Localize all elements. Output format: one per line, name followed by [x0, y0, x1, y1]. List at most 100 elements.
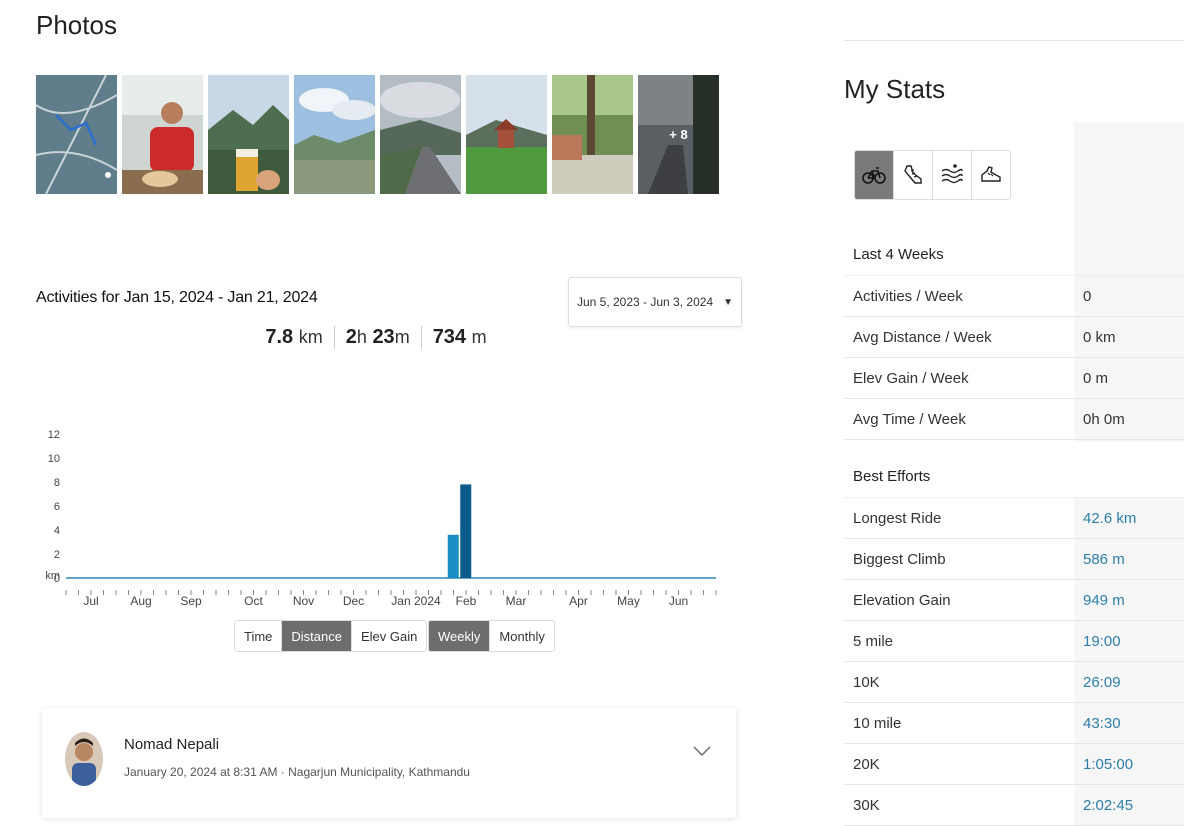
stats-row-label: Elevation Gain: [853, 591, 951, 609]
stats-row: 30K 2:02:45: [844, 785, 1184, 826]
caret-down-icon: ▼: [723, 296, 733, 308]
swim-icon: [941, 164, 963, 184]
chart-bar: [460, 484, 472, 578]
sport-tabs: [854, 150, 1011, 200]
week-summary: 7.8 km 2h 23m 734 m: [36, 326, 716, 349]
photo-thumb-more[interactable]: + 8: [638, 75, 719, 194]
month-label: Sep: [180, 594, 202, 608]
y-tick-label: 6: [54, 501, 60, 513]
stats-row: 10K 26:09: [844, 662, 1184, 703]
stats-row-label: Avg Time / Week: [853, 410, 966, 428]
y-tick-label: 12: [48, 429, 60, 441]
activity-meta: January 20, 2024 at 8:31 AM · Nagarjun M…: [124, 765, 470, 779]
month-label: Jan 2024: [391, 594, 441, 608]
month-label: May: [617, 594, 640, 608]
stats-row-label: 30K: [853, 796, 880, 814]
stats-table: Last 4 Weeks Activities / Week 0 Avg Dista…: [844, 234, 1184, 826]
photos-title: Photos: [36, 10, 117, 40]
period-option[interactable]: Weekly: [429, 621, 490, 651]
y-tick-label: 4: [54, 525, 60, 537]
month-label: Feb: [456, 594, 477, 608]
stats-row-label: Activities / Week: [853, 287, 963, 305]
chart-bar: [447, 534, 459, 578]
stats-row-label: 10 mile: [853, 714, 902, 732]
date-range-select[interactable]: Jun 5, 2023 - Jun 3, 2024 ▼: [568, 277, 742, 327]
activities-title: Activities for Jan 15, 2024 - Jan 21, 20…: [36, 289, 318, 306]
stats-row-value[interactable]: 19:00: [1074, 621, 1184, 661]
athlete-name[interactable]: Nomad Nepali: [124, 736, 219, 753]
tab-walk[interactable]: [971, 151, 1010, 199]
divider: [844, 40, 1184, 41]
stats-row-label: Elev Gain / Week: [853, 369, 969, 387]
period-toggle: Weekly Monthly: [428, 620, 555, 652]
stats-row-label: 10K: [853, 673, 880, 691]
photo-thumb-person[interactable]: [122, 75, 203, 194]
stats-row: Biggest Climb 586 m: [844, 539, 1184, 580]
stats-row: Elevation Gain 949 m: [844, 580, 1184, 621]
stats-row-value: 0h 0m: [1074, 399, 1184, 439]
stats-row-value[interactable]: 1:05:00: [1074, 744, 1184, 784]
stats-row: Longest Ride 42.6 km: [844, 498, 1184, 539]
photo-strip: + 8: [36, 75, 719, 194]
chevron-down-icon[interactable]: [692, 742, 712, 763]
avatar[interactable]: [65, 732, 103, 786]
activity-card[interactable]: [42, 708, 736, 818]
month-label: Nov: [293, 594, 314, 608]
stats-row-value[interactable]: 43:30: [1074, 703, 1184, 743]
photo-thumb-pagoda[interactable]: [466, 75, 547, 194]
summary-elevation: 734 m: [420, 326, 498, 349]
month-label: Dec: [343, 594, 364, 608]
month-label: Mar: [506, 594, 527, 608]
month-label: Jun: [669, 594, 688, 608]
stats-row-label: 5 mile: [853, 632, 894, 650]
tab-run[interactable]: [893, 151, 932, 199]
weekly-distance-chart: 121086420kmJul Aug Sep Oct Nov Dec Jan 2024 Feb…: [45, 429, 717, 608]
month-label: Jul: [83, 594, 98, 608]
stats-row-value[interactable]: 26:09: [1074, 662, 1184, 702]
y-axis-label: km: [45, 570, 60, 582]
last-4-weeks-heading: Last 4 Weeks: [844, 234, 1184, 276]
period-option[interactable]: Monthly: [489, 621, 554, 651]
photo-thumb-valley[interactable]: [294, 75, 375, 194]
month-label: Aug: [130, 594, 151, 608]
stats-row: 20K 1:05:00: [844, 744, 1184, 785]
stats-row-value: 0: [1074, 276, 1184, 316]
month-label: Oct: [244, 594, 263, 608]
best-efforts-heading: Best Efforts: [844, 456, 1184, 498]
stats-row-value: 0 km: [1074, 317, 1184, 357]
stats-row: 10 mile 43:30: [844, 703, 1184, 744]
stats-title: My Stats: [844, 74, 946, 104]
stats-row: Avg Time / Week 0h 0m: [844, 399, 1184, 440]
metric-option[interactable]: Elev Gain: [350, 621, 427, 651]
stats-row-value[interactable]: 949 m: [1074, 580, 1184, 620]
stats-row-label: Avg Distance / Week: [853, 328, 992, 346]
photo-thumb-beer[interactable]: [208, 75, 289, 194]
metric-option[interactable]: Time: [235, 621, 282, 651]
tab-ride[interactable]: [855, 151, 893, 199]
date-range-value: Jun 5, 2023 - Jun 3, 2024: [576, 295, 714, 309]
stats-row: Avg Distance / Week 0 km: [844, 317, 1184, 358]
month-label: Apr: [569, 594, 588, 608]
y-tick-label: 10: [48, 453, 60, 465]
stats-row-value[interactable]: 2:02:45: [1074, 785, 1184, 825]
stats-row-value: 0 m: [1074, 358, 1184, 398]
walk-icon: [981, 166, 1001, 182]
photo-thumb-river[interactable]: [552, 75, 633, 194]
stats-row-label: 20K: [853, 755, 880, 773]
stats-row-label: Longest Ride: [853, 509, 942, 527]
stats-row: Elev Gain / Week 0 m: [844, 358, 1184, 399]
stats-row-value[interactable]: 42.6 km: [1074, 498, 1184, 538]
tab-swim[interactable]: [932, 151, 971, 199]
stats-row: Activities / Week 0: [844, 276, 1184, 317]
ride-icon: [862, 167, 886, 184]
stats-row-label: Biggest Climb: [853, 550, 946, 568]
summary-distance: 7.8 km: [265, 326, 323, 348]
stats-row: 5 mile 19:00: [844, 621, 1184, 662]
stats-row-value[interactable]: 586 m: [1074, 539, 1184, 579]
photo-thumb-map[interactable]: [36, 75, 117, 194]
metric-toggle: Time Distance Elev Gain: [234, 620, 428, 652]
photo-thumb-road[interactable]: [380, 75, 461, 194]
more-photos-count: + 8: [638, 75, 719, 194]
y-tick-label: 8: [54, 477, 60, 489]
metric-option[interactable]: Distance: [281, 621, 351, 651]
